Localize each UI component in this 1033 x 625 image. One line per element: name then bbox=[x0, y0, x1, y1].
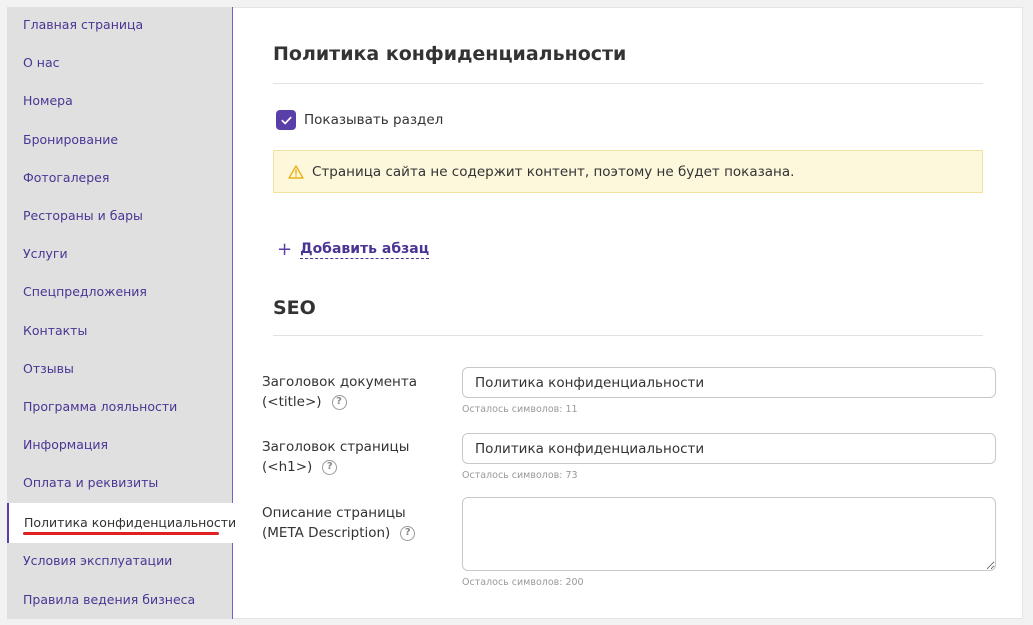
help-icon[interactable]: ? bbox=[322, 459, 338, 475]
show-section-checkbox[interactable] bbox=[276, 110, 296, 130]
main-content: Политика конфиденциальности Показывать р… bbox=[233, 7, 1023, 619]
sidebar-item-payment[interactable]: Оплата и реквизиты bbox=[7, 465, 232, 503]
page-title-input[interactable] bbox=[462, 433, 996, 464]
page-title-label-line1: Заголовок страницы bbox=[262, 439, 410, 455]
description-textarea[interactable] bbox=[462, 497, 996, 571]
warning-icon bbox=[288, 164, 304, 179]
page-title-label: Заголовок страницы (<h1>)? bbox=[262, 437, 409, 477]
sidebar-item-special-offers[interactable]: Спецпредложения bbox=[7, 274, 232, 312]
plus-icon: + bbox=[277, 239, 293, 260]
page-title: Политика конфиденциальности bbox=[273, 43, 627, 65]
sidebar-item-terms[interactable]: Условия эксплуатации bbox=[7, 543, 232, 581]
doc-title-label: Заголовок документа (<title>)? bbox=[262, 372, 417, 412]
warning-alert: Страница сайта не содержит контент, поэт… bbox=[273, 150, 983, 193]
description-char-count: Осталось символов: 200 bbox=[462, 577, 584, 588]
doc-title-label-line2: (<title>) bbox=[262, 394, 322, 410]
sidebar-item-restaurants[interactable]: Рестораны и бары bbox=[7, 198, 232, 236]
sidebar-item-home[interactable]: Главная страница bbox=[7, 7, 232, 45]
seo-heading: SEO bbox=[273, 297, 316, 319]
add-paragraph-button[interactable]: + Добавить абзац bbox=[277, 239, 430, 260]
doc-title-label-line1: Заголовок документа bbox=[262, 374, 418, 390]
sidebar-item-rooms[interactable]: Номера bbox=[7, 83, 232, 121]
description-label: Описание страницы (META Description)? bbox=[262, 503, 416, 543]
sidebar-item-business-rules[interactable]: Правила ведения бизнеса bbox=[7, 582, 232, 620]
sidebar-item-loyalty[interactable]: Программа лояльности bbox=[7, 389, 232, 427]
description-label-line1: Описание страницы bbox=[262, 505, 406, 521]
description-label-line2: (META Description) bbox=[262, 525, 391, 541]
sidebar-item-label: Политика конфиденциальности bbox=[24, 515, 237, 531]
sidebar-item-booking[interactable]: Бронирование bbox=[7, 122, 232, 160]
page-title-label-line2: (<h1>) bbox=[262, 459, 313, 475]
divider bbox=[273, 83, 983, 84]
sidebar-item-gallery[interactable]: Фотогалерея bbox=[7, 160, 232, 198]
checkmark-icon bbox=[280, 116, 292, 124]
sidebar: Главная страница О нас Номера Бронирован… bbox=[7, 7, 237, 620]
sidebar-item-about[interactable]: О нас bbox=[7, 45, 232, 83]
highlight-underline bbox=[23, 532, 219, 536]
divider bbox=[273, 335, 983, 336]
help-icon[interactable]: ? bbox=[331, 394, 347, 410]
sidebar-item-reviews[interactable]: Отзывы bbox=[7, 351, 232, 389]
sidebar-item-services[interactable]: Услуги bbox=[7, 236, 232, 274]
help-icon[interactable]: ? bbox=[400, 525, 416, 541]
sidebar-item-information[interactable]: Информация bbox=[7, 427, 232, 465]
show-section-label: Показывать раздел bbox=[304, 112, 444, 128]
warning-text: Страница сайта не содержит контент, поэт… bbox=[312, 163, 795, 180]
add-paragraph-label: Добавить абзац bbox=[300, 241, 430, 259]
page-title-char-count: Осталось символов: 73 bbox=[462, 470, 578, 481]
sidebar-item-privacy-policy[interactable]: Политика конфиденциальности bbox=[7, 503, 237, 544]
sidebar-item-contacts[interactable]: Контакты bbox=[7, 313, 232, 351]
show-section-row: Показывать раздел bbox=[276, 110, 443, 130]
doc-title-input[interactable] bbox=[462, 367, 996, 398]
doc-title-char-count: Осталось символов: 11 bbox=[462, 404, 578, 415]
